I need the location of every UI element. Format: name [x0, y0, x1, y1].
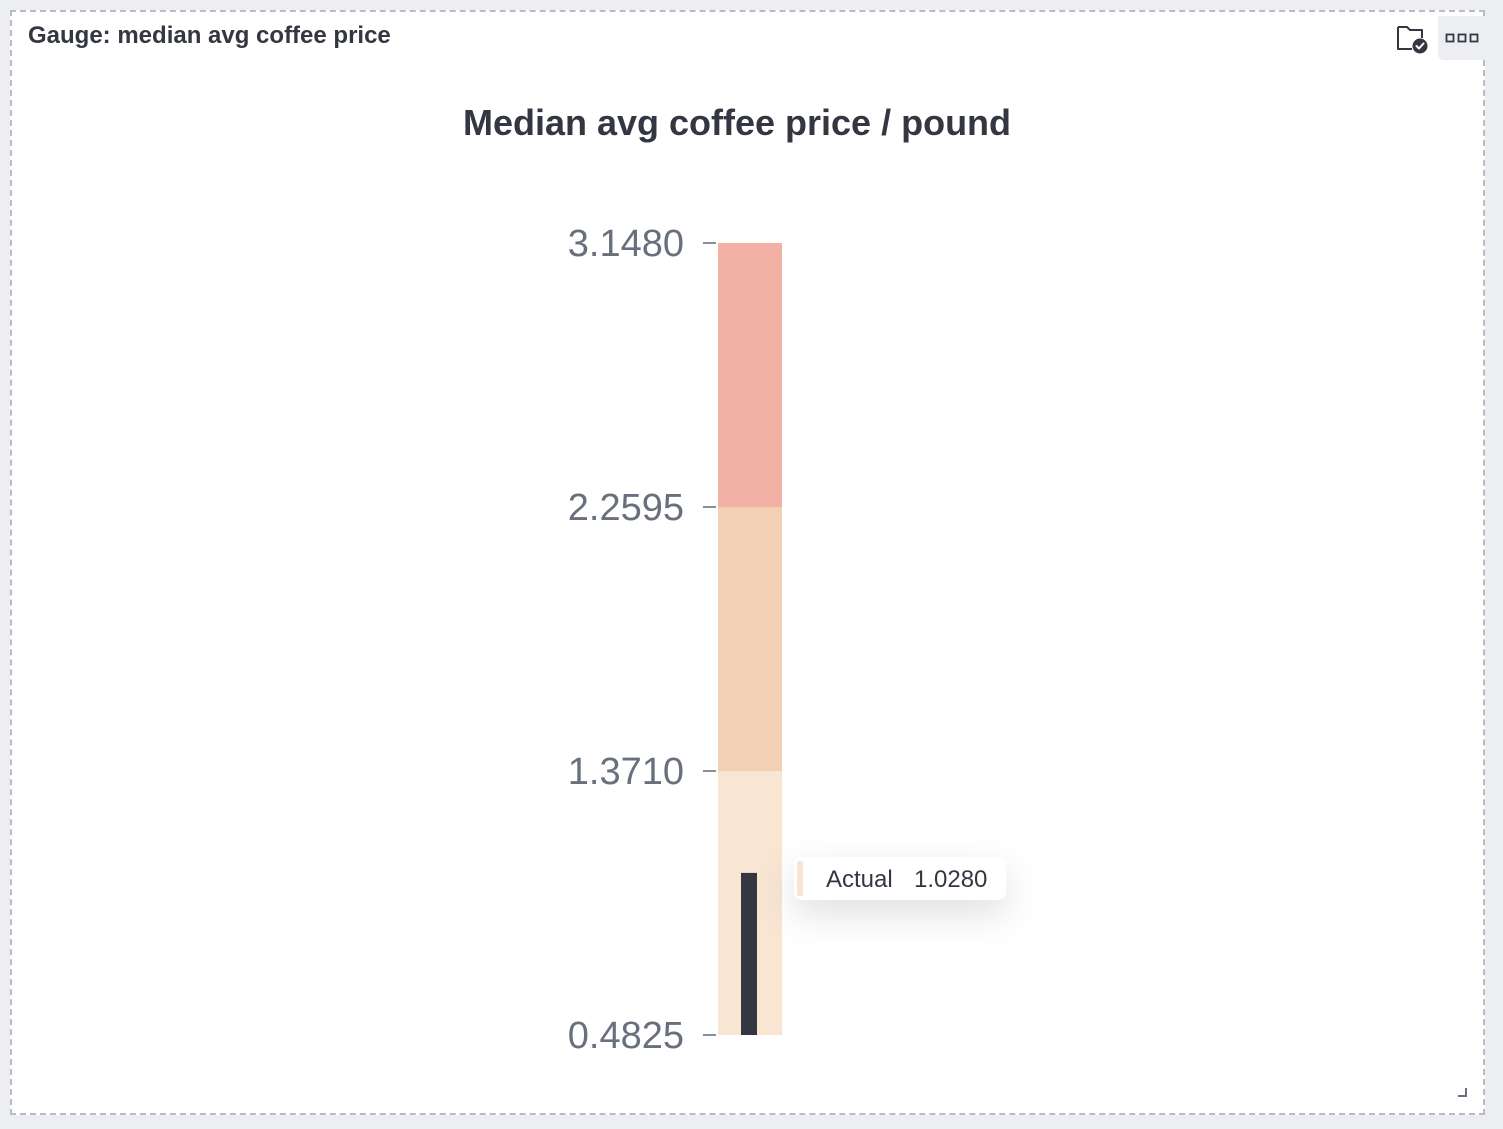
gauge-panel: Gauge: median avg coffee price Median av… — [10, 10, 1486, 1115]
resize-handle-icon[interactable] — [1457, 1087, 1467, 1097]
tooltip-value: 1.0280 — [914, 866, 987, 893]
chart-title: Median avg coffee price / pound — [463, 102, 1011, 143]
tooltip-color-swatch — [797, 861, 803, 896]
gauge-actual — [741, 872, 757, 1035]
gauge-chart-area: Median avg coffee price / pound 0.4825 1.… — [12, 12, 1483, 1113]
gauge-actual-bar — [741, 872, 757, 1035]
gauge-tooltip: Actual 1.0280 — [794, 857, 1006, 900]
gauge-axis: 0.4825 1.3710 2.2595 3.1480 — [568, 223, 716, 1057]
gauge-tick-label: 3.1480 — [568, 223, 684, 265]
tooltip-label: Actual — [826, 866, 893, 893]
gauge-tick-label: 1.3710 — [568, 751, 684, 793]
gauge-band-2 — [718, 507, 782, 771]
gauge-band-3 — [718, 243, 782, 507]
gauge-tick-label: 0.4825 — [568, 1015, 684, 1057]
gauge-chart: Median avg coffee price / pound 0.4825 1.… — [463, 102, 1011, 1057]
gauge-tick-label: 2.2595 — [568, 487, 684, 529]
